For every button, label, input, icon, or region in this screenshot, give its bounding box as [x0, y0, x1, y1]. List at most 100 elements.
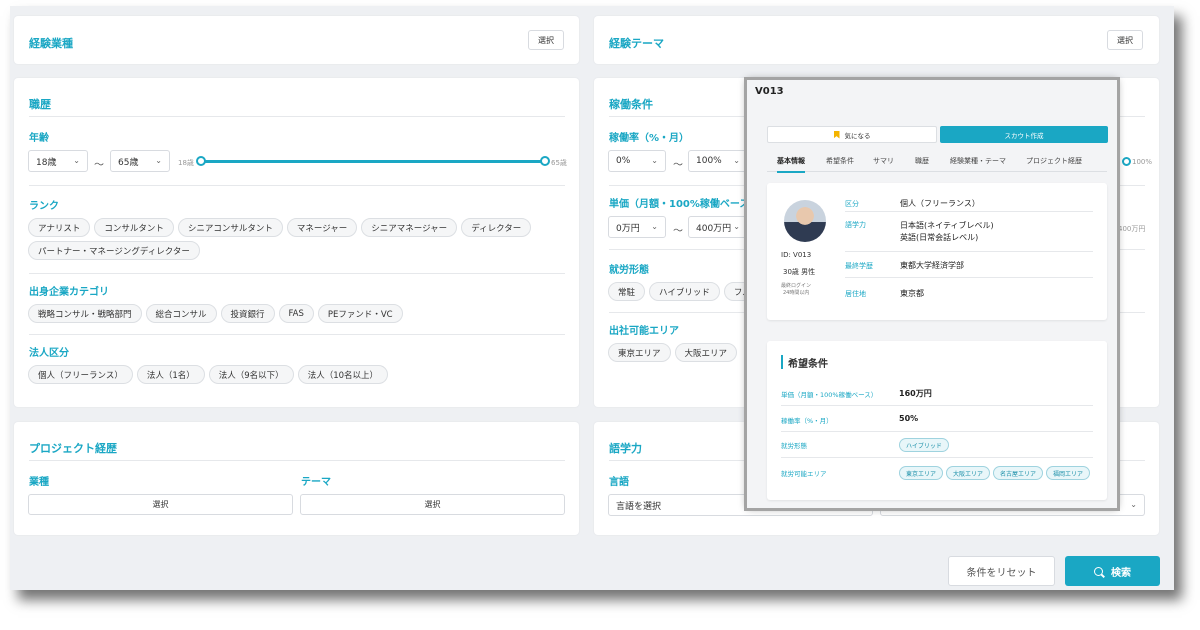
corp-type-chip[interactable]: 個人（フリーランス）: [28, 365, 133, 384]
corp-chip-list: 個人（フリーランス） 法人（1名） 法人（9名以下） 法人（10名以上）: [28, 365, 558, 388]
rate-to-select[interactable]: 100% ⌄: [688, 150, 748, 172]
language-label: 言語: [609, 477, 629, 488]
rank-chip[interactable]: ディレクター: [461, 218, 532, 237]
profile-tabs: 基本情報 希望条件 サマリ 職歴 経験業種・テーマ プロジェクト経歴: [767, 156, 1107, 173]
pref-area-tag[interactable]: 名古屋エリア: [993, 466, 1044, 480]
corp-type-label: 法人区分: [29, 348, 69, 359]
pref-work-style-tags: ハイブリッド: [899, 438, 952, 452]
project-industry-select-button[interactable]: 選択: [28, 494, 293, 515]
language-skill-value-2: 英語(日常会話レベル): [900, 233, 979, 242]
pref-area-tag[interactable]: 大阪エリア: [946, 466, 991, 480]
tab-1[interactable]: 希望条件: [826, 156, 854, 166]
tilde: 〜: [673, 160, 683, 171]
residence-label: 居住地: [845, 290, 866, 298]
pref-area-label: 就労可能エリア: [781, 470, 827, 478]
corp-type-chip[interactable]: 法人（1名）: [136, 365, 205, 384]
project-theme-select-button[interactable]: 選択: [300, 494, 565, 515]
divider: [29, 116, 565, 117]
divider: [845, 277, 1093, 278]
work-style-chip[interactable]: 常駐: [608, 282, 646, 301]
rate-slider-max-handle[interactable]: [1122, 157, 1131, 166]
origin-company-chip[interactable]: 投資銀行: [220, 304, 275, 323]
age-slider-track[interactable]: [203, 160, 543, 163]
experience-industry-select-button[interactable]: 選択: [528, 30, 564, 50]
language-title: 語学力: [609, 442, 642, 455]
candidate-profile-panel: V013 気になる スカウト作成 基本情報 希望条件 サマリ 職歴 経験業種・テーマ プロ…: [747, 80, 1117, 508]
tilde: 〜: [94, 160, 104, 171]
divider: [29, 273, 565, 274]
age-from-select[interactable]: 18歳 ⌄: [28, 150, 88, 172]
rank-chip[interactable]: マネージャー: [286, 218, 358, 237]
price-from-value: 0万円: [616, 223, 640, 234]
rank-chip-list: アナリスト コンサルタント シニアコンサルタント マネージャー シニアマネージャー ディレ…: [28, 218, 558, 264]
age-to-select[interactable]: 65歳 ⌄: [110, 150, 170, 172]
profile-id-title: V013: [755, 86, 784, 97]
tab-5[interactable]: プロジェクト経歴: [1026, 156, 1082, 166]
corp-type-chip[interactable]: 法人（10名以上）: [297, 365, 389, 384]
price-slider-max-label: 400万円: [1118, 225, 1146, 233]
career-title: 職歴: [29, 98, 51, 111]
language-skill-label: 語学力: [845, 221, 866, 229]
rate-label: 稼働率（%・月）: [609, 133, 690, 144]
candidate-id: ID: V013: [781, 251, 812, 259]
pref-work-style-label: 就労形態: [781, 442, 807, 450]
experience-theme-title: 経験テーマ: [609, 37, 664, 50]
divider: [29, 460, 565, 461]
price-to-select[interactable]: 400万円 ⌄: [688, 216, 748, 238]
origin-company-chip[interactable]: PEファンド・VC: [317, 304, 403, 323]
area-label: 出社可能エリア: [609, 326, 679, 337]
age-slider-min-handle[interactable]: [196, 156, 206, 166]
tab-0[interactable]: 基本情報: [777, 156, 805, 173]
rate-from-select[interactable]: 0% ⌄: [608, 150, 666, 172]
search-button[interactable]: 検索: [1065, 556, 1160, 586]
rate-slider-max-label: 100%: [1132, 158, 1153, 166]
classification-value: 個人（フリーランス）: [900, 199, 980, 208]
price-from-select[interactable]: 0万円 ⌄: [608, 216, 666, 238]
corp-type-chip[interactable]: 法人（9名以下）: [208, 365, 294, 384]
chevron-down-icon: ⌄: [651, 222, 658, 231]
age-slider-max-handle[interactable]: [540, 156, 550, 166]
rank-chip[interactable]: シニアマネージャー: [361, 218, 458, 237]
area-chip[interactable]: 東京エリア: [608, 343, 671, 362]
origin-company-chip[interactable]: FAS: [278, 304, 314, 323]
divider: [781, 457, 1093, 458]
area-chip[interactable]: 大阪エリア: [674, 343, 738, 362]
project-industry-label: 業種: [29, 477, 49, 488]
rank-chip[interactable]: パートナー・マネージングディレクター: [28, 241, 200, 260]
pref-area-tag[interactable]: 福岡エリア: [1046, 466, 1091, 480]
rank-chip[interactable]: コンサルタント: [94, 218, 174, 237]
pref-work-style-tag[interactable]: ハイブリッド: [899, 438, 949, 452]
age-to-value: 65歳: [118, 157, 139, 168]
education-label: 最終学歴: [845, 262, 873, 270]
age-gender: 30歳 男性: [783, 268, 816, 276]
origin-company-chip[interactable]: 総合コンサル: [145, 304, 217, 323]
reset-conditions-button[interactable]: 条件をリセット: [948, 556, 1055, 586]
experience-industry-title: 経験業種: [29, 37, 73, 50]
tab-3[interactable]: 職歴: [915, 156, 929, 166]
tab-2[interactable]: サマリ: [873, 156, 894, 166]
favorite-button[interactable]: 気になる: [767, 126, 937, 143]
origin-company-chip[interactable]: 戦略コンサル・戦略部門: [28, 304, 142, 323]
work-style-chip[interactable]: ハイブリッド: [649, 282, 720, 301]
experience-theme-select-button[interactable]: 選択: [1107, 30, 1143, 50]
tab-4[interactable]: 経験業種・テーマ: [950, 156, 1006, 166]
rank-chip[interactable]: シニアコンサルタント: [177, 218, 283, 237]
price-label: 単価（月額・100%稼働ベース）: [609, 199, 760, 210]
chevron-down-icon: ⌄: [1130, 500, 1137, 509]
rank-label: ランク: [29, 201, 59, 212]
divider: [29, 334, 565, 335]
preferences-title: 希望条件: [788, 359, 828, 370]
rate-from-value: 0%: [616, 156, 631, 166]
divider: [29, 185, 565, 186]
age-label: 年齢: [29, 133, 49, 144]
rank-chip[interactable]: アナリスト: [28, 218, 91, 237]
chevron-down-icon: ⌄: [73, 156, 80, 165]
preferences-card: 希望条件 単価（月額・100%稼働ベース） 160万円 稼働率（%・月） 50%…: [767, 341, 1107, 500]
work-style-label: 就労形態: [609, 265, 649, 276]
scout-create-button[interactable]: スカウト作成: [940, 126, 1108, 143]
pref-area-tag[interactable]: 東京エリア: [899, 466, 944, 480]
price-to-value: 400万円: [696, 223, 732, 234]
divider: [845, 211, 1093, 212]
divider: [781, 431, 1093, 432]
favorite-label: 気になる: [844, 131, 871, 140]
